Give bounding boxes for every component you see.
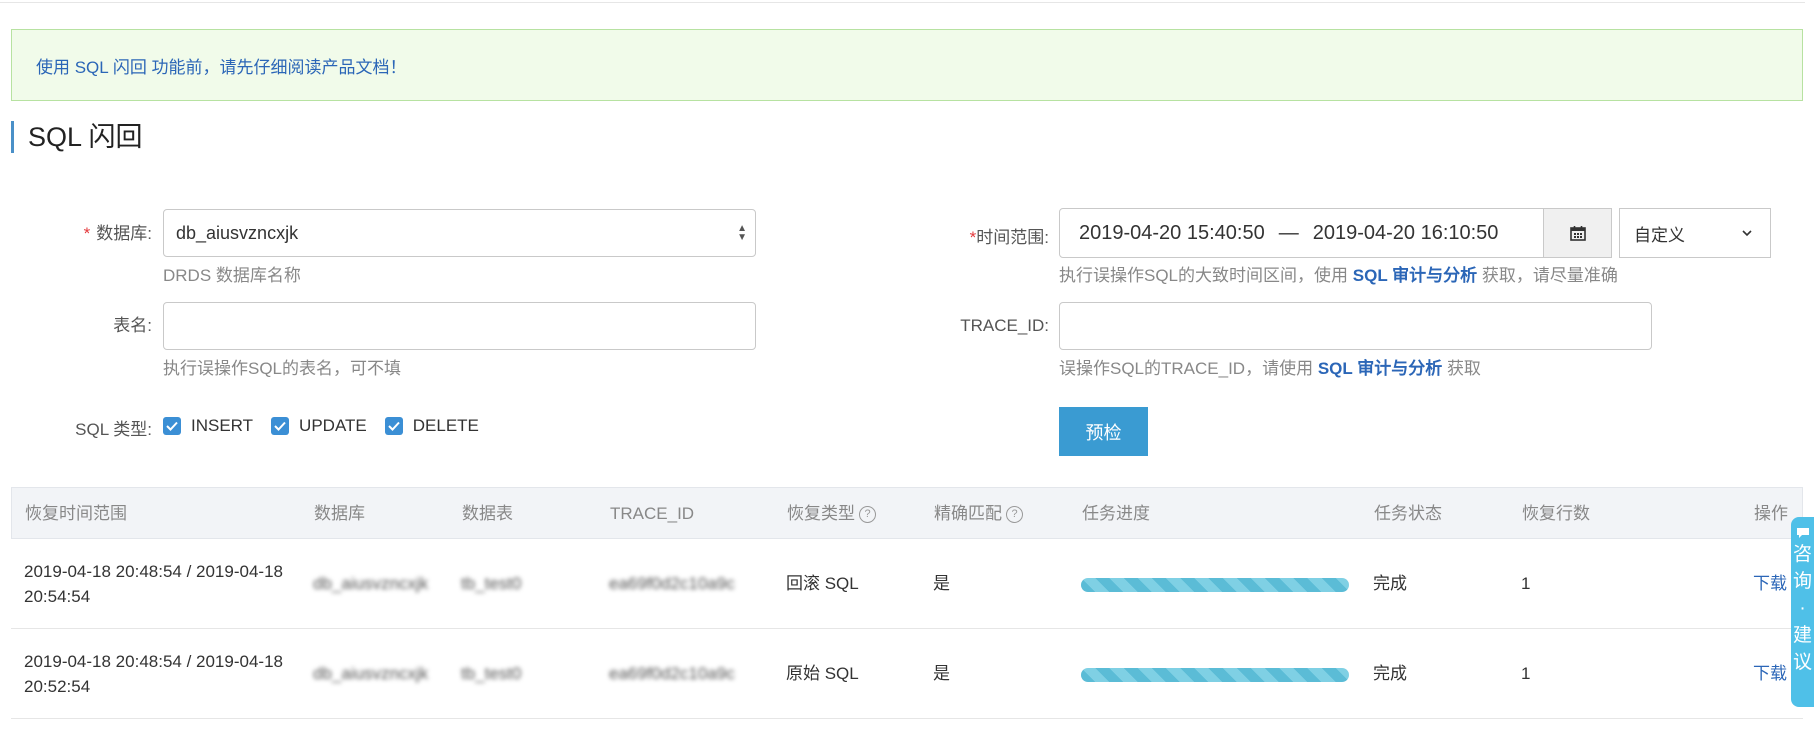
- cell-rows-restored: 1: [1521, 574, 1531, 593]
- header-progress: 任务进度: [1082, 504, 1150, 523]
- cell-table: tb_test0: [461, 574, 522, 593]
- database-label: * 数据库:: [83, 224, 152, 243]
- time-range-start: 2019-04-20 15:40:50: [1079, 221, 1265, 244]
- delete-label: DELETE: [412, 416, 479, 435]
- cell-table: tb_test0: [461, 664, 522, 683]
- time-range-label: *时间范围:: [969, 228, 1049, 247]
- help-icon[interactable]: ?: [1006, 506, 1023, 524]
- cell-time-range: 2019-04-18 20:48:54 / 2019-04-18 20:54:5…: [24, 562, 283, 606]
- page-title: SQL 闪回: [11, 121, 143, 153]
- table-name-label: 表名:: [113, 316, 152, 335]
- database-select[interactable]: db_aiusvzncxjk ▲ ▼: [163, 209, 756, 257]
- cell-exact-match: 是: [933, 574, 950, 593]
- cell-status: 完成: [1373, 574, 1407, 593]
- header-trace-id: TRACE_ID: [610, 504, 695, 523]
- cell-exact-match: 是: [933, 664, 950, 683]
- header-recovery-type: 恢复类型?: [787, 488, 876, 540]
- feedback-tab[interactable]: 咨 询 · 建 议: [1791, 517, 1814, 707]
- header-rows: 恢复行数: [1522, 504, 1590, 523]
- notice-banner: 使用 SQL 闪回 功能前，请先仔细阅读产品文档！: [11, 29, 1803, 101]
- cell-trace-id: ea69f0d2c10a9c: [609, 664, 735, 683]
- cell-time-range: 2019-04-18 20:48:54 / 2019-04-18 20:52:5…: [24, 652, 283, 696]
- insert-label: INSERT: [191, 416, 254, 435]
- time-preset-select[interactable]: 自定义: [1619, 208, 1771, 258]
- sql-audit-link[interactable]: SQL 审计与分析: [1353, 266, 1477, 285]
- table-row: 2019-04-18 20:48:54 / 2019-04-18 20:52:5…: [11, 629, 1803, 719]
- top-divider: [0, 2, 1805, 3]
- cell-database: db_aiusvzncxjk: [313, 574, 429, 593]
- update-checkbox[interactable]: [271, 417, 290, 435]
- calendar-icon: [1569, 226, 1586, 241]
- database-hint: DRDS 数据库名称: [163, 266, 301, 285]
- table-name-hint: 执行误操作SQL的表名，可不填: [163, 359, 402, 378]
- notice-text: 使用 SQL 闪回 功能前，请先仔细阅读产品文档！: [36, 57, 407, 77]
- time-range-hint: 执行误操作SQL的大致时间区间，使用 SQL 审计与分析 获取，请尽量准确: [1059, 266, 1618, 285]
- recovery-task-table: 恢复时间范围 数据库 数据表 TRACE_ID 恢复类型? 精确匹配? 任务进度…: [11, 487, 1803, 719]
- help-icon[interactable]: ?: [859, 506, 876, 524]
- trace-id-input[interactable]: [1059, 302, 1652, 350]
- download-link[interactable]: 下载: [1753, 662, 1787, 686]
- precheck-button[interactable]: 预检: [1059, 407, 1148, 456]
- trace-id-hint: 误操作SQL的TRACE_ID，请使用 SQL 审计与分析 获取: [1059, 359, 1481, 378]
- table-name-input[interactable]: [163, 302, 756, 350]
- chevron-down-icon: [1742, 230, 1752, 237]
- sql-type-label: SQL 类型:: [75, 420, 152, 439]
- header-table: 数据表: [462, 504, 513, 523]
- table-header: 恢复时间范围 数据库 数据表 TRACE_ID 恢复类型? 精确匹配? 任务进度…: [11, 487, 1803, 539]
- cell-recovery-type: 回滚 SQL: [786, 574, 859, 593]
- time-range-separator: —: [1278, 221, 1299, 244]
- update-label: UPDATE: [299, 416, 367, 435]
- insert-checkbox[interactable]: [163, 417, 181, 435]
- cell-database: db_aiusvzncxjk: [313, 664, 429, 683]
- time-range-picker[interactable]: 2019-04-20 15:40:50 — 2019-04-20 16:10:5…: [1059, 208, 1544, 258]
- chat-icon: [1796, 528, 1809, 538]
- cell-rows-restored: 1: [1521, 664, 1531, 683]
- header-action: 操作: [1754, 504, 1788, 523]
- download-link[interactable]: 下载: [1753, 572, 1787, 596]
- table-row: 2019-04-18 20:48:54 / 2019-04-18 20:54:5…: [11, 539, 1803, 629]
- header-exact-match: 精确匹配?: [934, 488, 1023, 540]
- progress-bar: [1081, 578, 1349, 592]
- cell-recovery-type: 原始 SQL: [786, 664, 859, 683]
- delete-checkbox[interactable]: [384, 417, 403, 435]
- cell-trace-id: ea69f0d2c10a9c: [609, 574, 735, 593]
- calendar-button[interactable]: [1543, 208, 1612, 258]
- sql-audit-link-2[interactable]: SQL 审计与分析: [1318, 359, 1442, 378]
- progress-bar: [1081, 668, 1349, 682]
- time-range-end: 2019-04-20 16:10:50: [1312, 221, 1499, 244]
- trace-id-label: TRACE_ID:: [960, 316, 1049, 335]
- header-status: 任务状态: [1374, 504, 1442, 523]
- cell-status: 完成: [1373, 664, 1407, 683]
- select-arrows-icon: ▲ ▼: [737, 223, 747, 243]
- sql-type-checkboxes: INSERT UPDATE DELETE: [163, 416, 497, 436]
- header-time-range: 恢复时间范围: [25, 504, 127, 523]
- header-database: 数据库: [314, 504, 365, 523]
